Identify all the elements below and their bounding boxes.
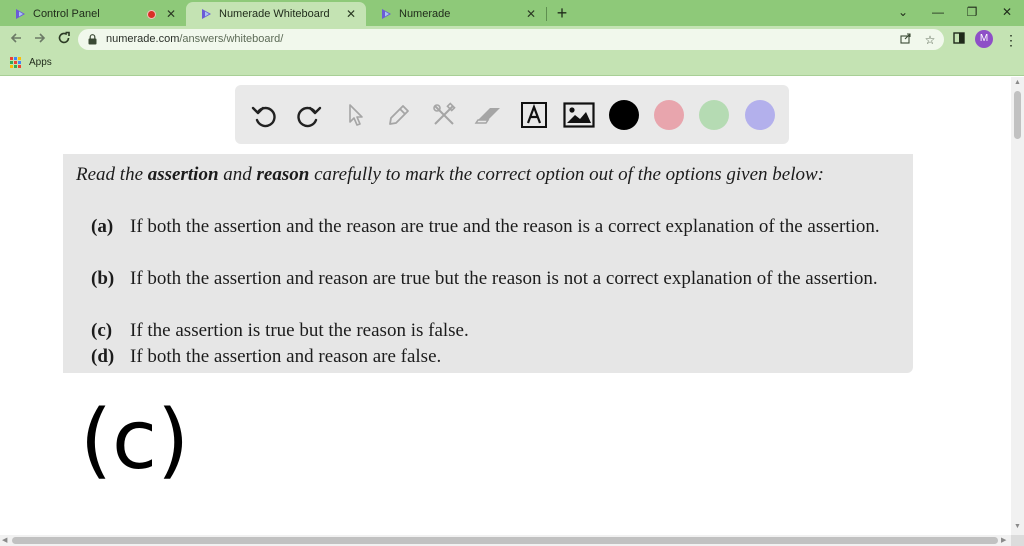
intro-text: and: [218, 164, 257, 185]
forward-arrow-icon: [35, 33, 46, 43]
tools-button[interactable]: [428, 99, 460, 131]
pen-tool-button[interactable]: [383, 99, 415, 131]
share-glyph-icon: [900, 33, 911, 44]
pen-icon: [389, 105, 409, 125]
vertical-scrollbar[interactable]: ▲ ▼: [1011, 77, 1024, 535]
color-swatch-black[interactable]: [609, 100, 639, 130]
undo-icon: [251, 106, 276, 128]
tab-strip: Control Panel ✕ Numerade Whiteboard ✕ Nu…: [0, 0, 1024, 26]
scroll-right-arrow-icon[interactable]: ▶: [1001, 535, 1006, 546]
color-swatch-purple[interactable]: [745, 100, 775, 130]
tab-control-panel[interactable]: Control Panel ✕: [0, 2, 186, 26]
image-icon: [563, 102, 595, 128]
tab-title: Numerade: [399, 8, 451, 20]
option-label: (d): [91, 346, 115, 367]
apps-shortcut[interactable]: Apps: [10, 57, 52, 68]
url-host: numerade.com: [106, 33, 180, 45]
back-arrow-icon: [10, 33, 21, 43]
tab-close-icon[interactable]: ✕: [164, 7, 178, 21]
restore-button[interactable]: ❐: [961, 3, 983, 21]
lock-icon: [88, 34, 97, 45]
url-text: numerade.com/answers/whiteboard/: [106, 33, 283, 45]
color-swatch-pink[interactable]: [654, 100, 684, 130]
eraser-icon: [474, 108, 500, 124]
option-label: (c): [91, 320, 113, 341]
undo-button[interactable]: [248, 99, 280, 131]
tab-title: Numerade Whiteboard: [219, 8, 330, 20]
tab-numerade-whiteboard[interactable]: Numerade Whiteboard ✕: [186, 2, 366, 26]
new-tab-button[interactable]: +: [553, 2, 571, 24]
reload-button[interactable]: [54, 30, 74, 50]
numerade-favicon-icon: [382, 9, 391, 19]
tab-numerade[interactable]: Numerade ✕: [366, 2, 546, 26]
question-image: Read the assertion and reason carefully …: [63, 154, 913, 373]
eraser-tool-button[interactable]: [473, 99, 505, 131]
url-path: /answers/whiteboard/: [179, 33, 284, 45]
image-tool-button[interactable]: [563, 99, 595, 131]
intro-text: carefully to mark the correct option out…: [309, 164, 824, 185]
horizontal-scrollbar[interactable]: ◀ ▶: [0, 535, 1011, 546]
back-button[interactable]: [6, 30, 26, 50]
scroll-up-arrow-icon[interactable]: ▲: [1011, 79, 1024, 86]
numerade-favicon-icon: [202, 9, 211, 19]
address-bar[interactable]: numerade.com/answers/whiteboard/ ☆: [78, 29, 944, 50]
option-label: (b): [91, 268, 115, 289]
option-text: If both the assertion and reason are fal…: [130, 346, 442, 367]
tab-separator: [546, 7, 547, 21]
text-icon: [521, 102, 547, 128]
scroll-down-arrow-icon[interactable]: ▼: [1011, 523, 1024, 530]
option-text: If the assertion is true but the reason …: [130, 320, 469, 341]
recording-indicator-icon: [147, 9, 156, 19]
scroll-left-arrow-icon[interactable]: ◀: [2, 535, 7, 546]
apps-label: Apps: [29, 57, 52, 68]
redo-icon: [297, 106, 322, 128]
side-panel-glyph-icon: [953, 32, 965, 44]
option-text: If both the assertion and reason are tru…: [130, 268, 878, 289]
profile-avatar[interactable]: M: [975, 30, 993, 48]
whiteboard-toolbar: [235, 85, 789, 144]
browser-toolbar: numerade.com/answers/whiteboard/ ☆ ⋮: [0, 26, 1024, 53]
intro-bold-assertion: assertion: [147, 164, 219, 185]
apps-grid-icon: [10, 57, 21, 68]
numerade-favicon-icon: [16, 9, 25, 19]
pointer-tool-button[interactable]: [339, 99, 371, 131]
minimize-button[interactable]: —: [927, 3, 949, 21]
option-label: (a): [91, 216, 114, 237]
option-text: If both the assertion and the reason are…: [130, 216, 880, 237]
side-panel-icon[interactable]: [950, 31, 968, 49]
color-swatch-green[interactable]: [699, 100, 729, 130]
tab-title: Control Panel: [33, 8, 100, 20]
bookmarks-bar: Apps: [0, 53, 1024, 76]
tab-search-button[interactable]: ⌄: [892, 3, 914, 21]
scrollbar-corner: [1011, 535, 1024, 546]
horizontal-scroll-thumb[interactable]: [12, 537, 998, 544]
vertical-scroll-thumb[interactable]: [1014, 91, 1021, 139]
tab-close-icon[interactable]: ✕: [344, 7, 358, 21]
question-intro: Read the assertion and reason carefully …: [76, 162, 894, 188]
intro-text: Read the: [76, 164, 148, 185]
whiteboard-page: Read the assertion and reason carefully …: [0, 77, 1011, 535]
pointer-icon: [349, 104, 363, 126]
forward-button[interactable]: [30, 30, 50, 50]
intro-bold-reason: reason: [256, 164, 310, 185]
menu-kebab-icon[interactable]: ⋮: [1002, 31, 1020, 49]
tools-icon: [433, 102, 456, 125]
reload-icon: [58, 31, 70, 44]
share-icon[interactable]: [898, 32, 914, 48]
handwritten-answer: (c): [80, 393, 190, 488]
tab-close-icon[interactable]: ✕: [524, 7, 538, 21]
bookmark-star-icon[interactable]: ☆: [922, 32, 938, 48]
redo-button[interactable]: [293, 99, 325, 131]
close-window-button[interactable]: ✕: [996, 3, 1018, 21]
text-tool-button[interactable]: [518, 99, 550, 131]
